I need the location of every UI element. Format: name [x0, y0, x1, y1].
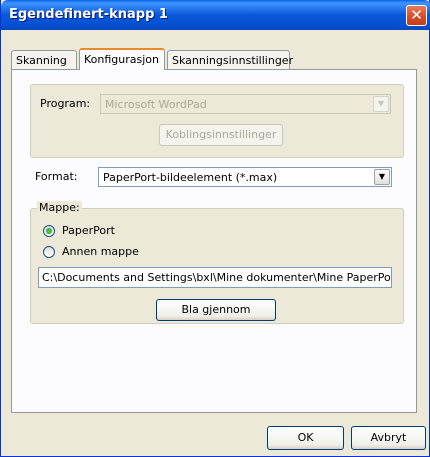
dialog-window: Egendefinert-knapp 1 ✕ Skanning Konfigur…: [0, 0, 430, 457]
tab-label: Skanningsinnstillinger: [172, 54, 294, 67]
cancel-button[interactable]: Avbryt: [351, 426, 426, 450]
tab-label: Konfigurasjon: [84, 53, 160, 66]
program-group: Program: Microsoft WordPad ▼ Koblingsinn…: [30, 84, 404, 158]
radio-other-folder[interactable]: [43, 246, 55, 258]
folder-path-input[interactable]: C:\Documents and Settings\bxl\Mine dokum…: [38, 267, 392, 288]
tab-skanningsinnstillinger[interactable]: Skanningsinnstillinger: [167, 50, 294, 69]
tab-panel-konfigurasjon: Program: Microsoft WordPad ▼ Koblingsinn…: [11, 69, 417, 413]
ok-button-label: OK: [297, 431, 314, 444]
tab-skanning[interactable]: Skanning: [11, 50, 77, 69]
program-label: Program:: [40, 97, 91, 110]
tab-label: Skanning: [16, 54, 67, 67]
radio-selected-dot: [46, 228, 52, 234]
browse-button[interactable]: Bla gjennom: [156, 299, 276, 321]
radio-paperport[interactable]: [43, 225, 55, 237]
cancel-button-label: Avbryt: [370, 431, 407, 444]
folder-path-value: C:\Documents and Settings\bxl\Mine dokum…: [42, 271, 392, 284]
ok-button[interactable]: OK: [267, 426, 344, 450]
format-select[interactable]: PaperPort-bildeelement (*.max) ▼: [98, 167, 392, 187]
chevron-down-icon: ▼: [373, 96, 389, 112]
format-select-value: PaperPort-bildeelement (*.max): [103, 171, 278, 184]
tab-konfigurasjon[interactable]: Konfigurasjon: [79, 48, 165, 70]
link-settings-button[interactable]: Koblingsinnstillinger: [159, 124, 283, 146]
chevron-down-icon: ▼: [374, 169, 390, 185]
radio-other-folder-label[interactable]: Annen mappe: [62, 245, 139, 258]
program-select-value: Microsoft WordPad: [105, 98, 207, 111]
close-button[interactable]: ✕: [406, 5, 427, 26]
window-title: Egendefinert-knapp 1: [9, 7, 168, 22]
format-label: Format:: [35, 170, 78, 183]
program-select[interactable]: Microsoft WordPad ▼: [100, 94, 391, 114]
radio-paperport-label[interactable]: PaperPort: [62, 224, 115, 237]
title-bar[interactable]: Egendefinert-knapp 1 ✕: [1, 0, 430, 30]
folder-legend: Mappe:: [37, 201, 82, 214]
close-icon: ✕: [410, 6, 423, 24]
browse-button-label: Bla gjennom: [181, 303, 251, 316]
link-settings-button-label: Koblingsinnstillinger: [165, 128, 277, 141]
